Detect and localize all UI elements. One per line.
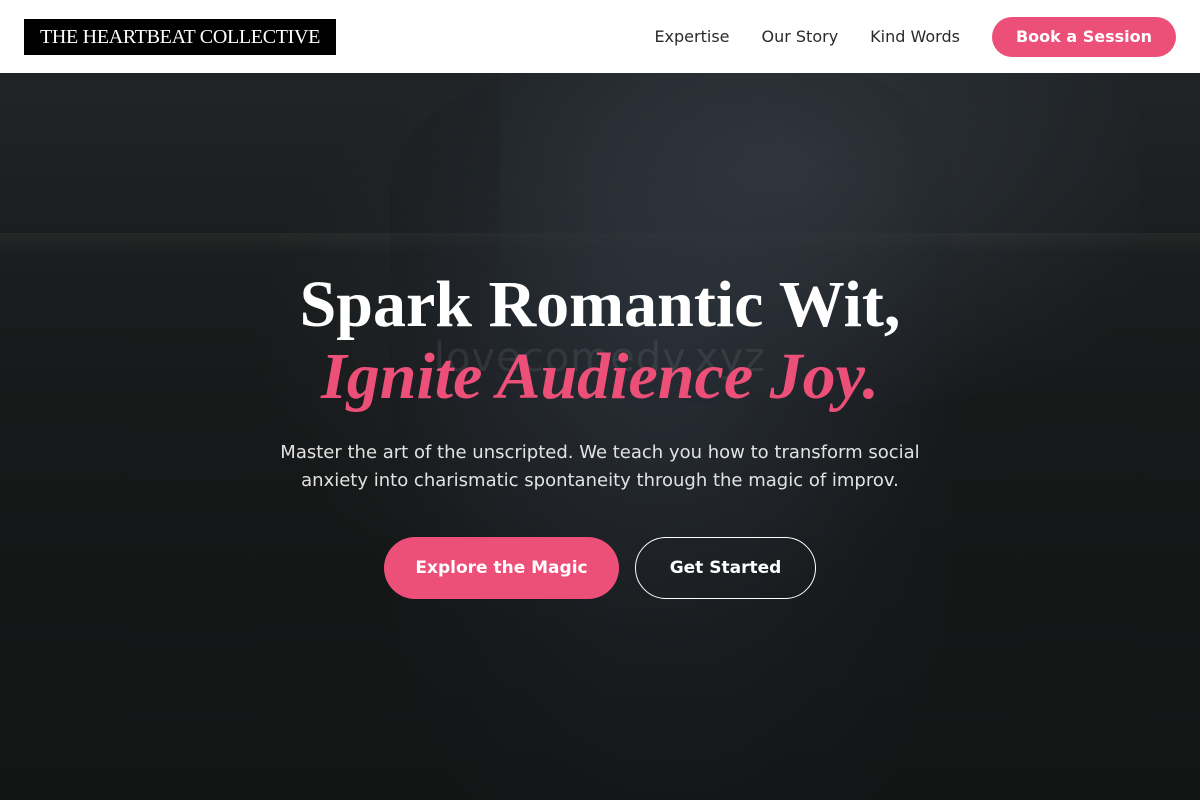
hero-cta-row: Explore the Magic Get Started [0,537,1200,599]
hero-content: Spark Romantic Wit, Ignite Audience Joy.… [0,73,1200,599]
headline-line-1: Spark Romantic Wit, [299,268,901,341]
nav-link-expertise[interactable]: Expertise [654,27,729,46]
headline-line-2: Ignite Audience Joy. [321,340,879,413]
hero-headline: Spark Romantic Wit, Ignite Audience Joy. [0,269,1200,413]
get-started-button[interactable]: Get Started [635,537,816,599]
book-session-button[interactable]: Book a Session [991,16,1176,57]
nav-link-kind-words[interactable]: Kind Words [870,27,960,46]
hero-subtitle: Master the art of the unscripted. We tea… [280,442,920,491]
main-nav: Expertise Our Story Kind Words Book a Se… [654,16,1176,57]
site-header: THE HEARTBEAT COLLECTIVE Expertise Our S… [0,0,1200,73]
nav-link-our-story[interactable]: Our Story [762,27,839,46]
site-logo[interactable]: THE HEARTBEAT COLLECTIVE [24,18,337,55]
explore-magic-button[interactable]: Explore the Magic [384,537,619,599]
